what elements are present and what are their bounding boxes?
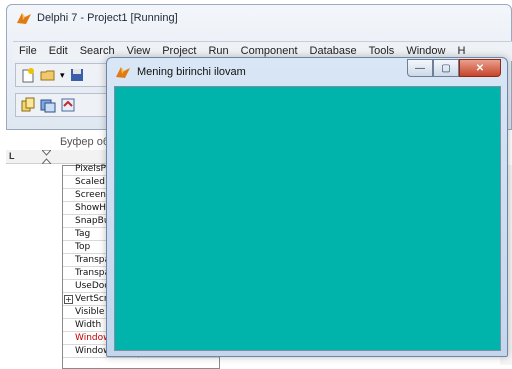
ruler-indent-marker-icon[interactable] <box>42 150 51 164</box>
delphi-logo-icon <box>17 13 31 24</box>
menu-item-file[interactable]: File <box>13 42 43 61</box>
toggle-form-unit-icon[interactable] <box>60 97 76 113</box>
maximize-button[interactable]: ▢ <box>433 59 459 77</box>
app-icon <box>116 67 130 78</box>
ide-title-bar: Delphi 7 - Project1 [Running] <box>16 11 178 25</box>
app-client-area[interactable] <box>114 86 501 351</box>
minimize-icon: — <box>415 62 425 74</box>
view-form-icon[interactable] <box>40 97 56 113</box>
minimize-button[interactable]: — <box>407 59 433 77</box>
dropdown-arrow-icon[interactable]: ▾ <box>60 70 65 81</box>
app-title-text: Mening birinchi ilovam <box>137 66 246 78</box>
view-unit-icon[interactable] <box>20 97 36 113</box>
menu-item-edit[interactable]: Edit <box>43 42 74 61</box>
maximize-icon: ▢ <box>441 62 451 74</box>
app-title-bar: Mening birinchi ilovam <box>115 65 246 79</box>
window-controls: — ▢ ✕ <box>407 59 501 77</box>
expand-icon[interactable]: + <box>64 295 73 304</box>
clipboard-label: Буфер об <box>60 136 110 148</box>
ide-toolbar-bottom <box>15 93 117 117</box>
new-project-icon[interactable] <box>20 67 36 83</box>
ide-title-text: Delphi 7 - Project1 [Running] <box>37 12 178 24</box>
open-folder-icon[interactable] <box>40 67 56 83</box>
app-form-window[interactable]: Mening birinchi ilovam — ▢ ✕ <box>106 57 508 357</box>
save-icon[interactable] <box>69 67 85 83</box>
close-icon: ✕ <box>475 62 485 74</box>
ide-toolbar-top: ▾ <box>15 63 117 87</box>
document-ruler: L <box>6 150 106 164</box>
close-button[interactable]: ✕ <box>459 59 501 77</box>
ruler-tab-marker[interactable]: L <box>9 151 15 161</box>
